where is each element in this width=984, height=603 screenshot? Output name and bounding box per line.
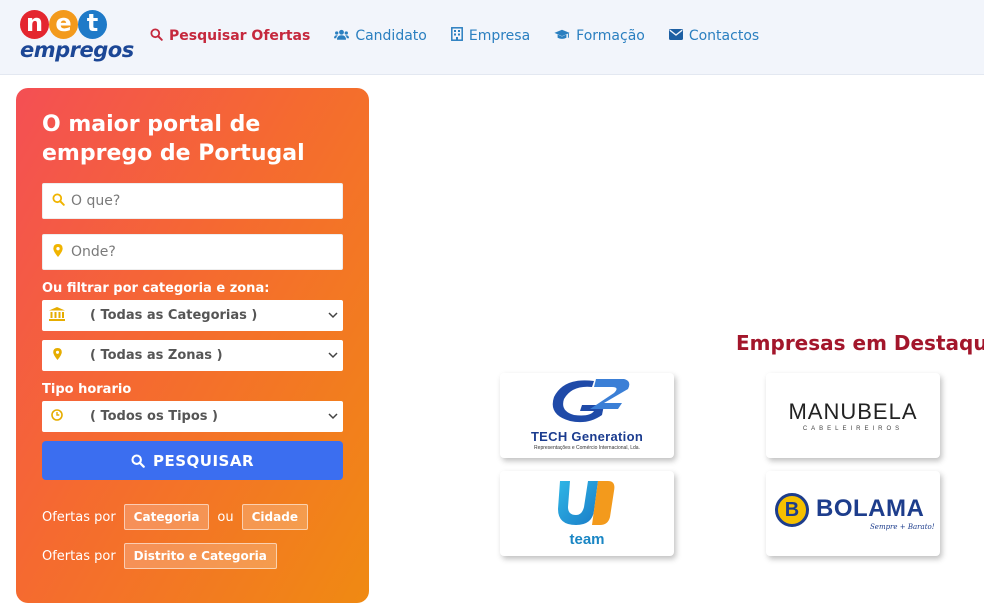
- featured-companies-title: Empresas em Destaque: [736, 331, 984, 355]
- site-header: n e t empregos Pesquisar Ofertas Candida…: [0, 0, 984, 75]
- bolama-b-badge-icon: B: [775, 493, 809, 527]
- nav-label: Formação: [576, 28, 645, 44]
- chevron-down-icon: [328, 352, 338, 359]
- filter-label: Ou filtrar por categoria e zona:: [42, 281, 270, 296]
- company-logo: MANUBELA CABELEIREIROS: [788, 399, 917, 432]
- map-marker-icon: [45, 243, 71, 261]
- schedule-label: Tipo horario: [42, 382, 132, 397]
- logo-word: empregos: [20, 38, 134, 62]
- nav-candidato[interactable]: Candidato: [334, 27, 427, 45]
- graduation-cap-icon: [554, 28, 570, 45]
- offers-by-city-link[interactable]: Cidade: [241, 504, 308, 530]
- category-select[interactable]: ( Todas as Categorias ): [42, 300, 343, 331]
- team-logo-mark: [558, 481, 615, 525]
- company-name: MANUBELA: [788, 399, 918, 424]
- category-value: ( Todas as Categorias ): [90, 308, 258, 323]
- company-subtitle: Representações e Comércio Internacional,…: [534, 445, 640, 451]
- company-subtitle: Sempre + Barato!: [870, 523, 935, 531]
- zone-value: ( Todas as Zonas ): [90, 348, 223, 363]
- search-icon: [131, 453, 145, 468]
- where-input[interactable]: Onde?: [42, 234, 343, 270]
- zone-select[interactable]: ( Todas as Zonas ): [42, 340, 343, 371]
- bank-icon: [42, 306, 72, 325]
- nav-label: Pesquisar Ofertas: [169, 28, 311, 44]
- logo-letter-t: t: [78, 10, 107, 39]
- chevron-down-icon: [328, 312, 338, 319]
- where-placeholder: Onde?: [71, 244, 116, 260]
- schedule-value: ( Todos os Tipos ): [90, 409, 219, 424]
- panel-title: O maior portal de emprego de Portugal: [42, 112, 305, 166]
- nav-empresa[interactable]: Empresa: [450, 27, 531, 45]
- search-icon: [150, 27, 163, 45]
- logo-letter-e: e: [49, 10, 78, 39]
- nav-contactos[interactable]: Contactos: [668, 27, 760, 45]
- nav-label: Candidato: [355, 28, 427, 44]
- company-card-bolama[interactable]: B BOLAMA Sempre + Barato!: [766, 471, 940, 556]
- offers-by-row-2: Ofertas por Distrito e Categoria: [42, 543, 285, 569]
- offers-by-district-category-link[interactable]: Distrito e Categoria: [123, 543, 277, 569]
- users-icon: [334, 28, 350, 45]
- job-search-panel: O maior portal de emprego de Portugal O …: [16, 88, 369, 603]
- search-button[interactable]: PESQUISAR: [42, 441, 343, 480]
- offers-by-row-1: Ofertas por Categoria ou Cidade: [42, 504, 316, 530]
- schedule-select[interactable]: ( Todos os Tipos ): [42, 401, 343, 432]
- clock-icon: [42, 408, 72, 425]
- company-logo: team: [500, 471, 674, 556]
- company-logo: B BOLAMA Sempre + Barato!: [766, 471, 940, 556]
- building-icon: [450, 27, 463, 45]
- what-input[interactable]: O que?: [42, 183, 343, 219]
- company-logo: TECH Generation Representações e Comérci…: [500, 373, 674, 458]
- site-logo[interactable]: n e t empregos: [20, 8, 134, 64]
- chevron-down-icon: [328, 413, 338, 420]
- offers-by-label: Ofertas por: [42, 548, 116, 564]
- what-placeholder: O que?: [71, 193, 121, 209]
- envelope-icon: [668, 28, 683, 44]
- company-subtitle: CABELEIREIROS: [802, 426, 904, 432]
- company-name: BOLAMA: [816, 495, 925, 522]
- main-nav: Pesquisar Ofertas Candidato Empresa Form…: [150, 27, 783, 45]
- search-icon: [45, 192, 71, 210]
- logo-letter-n: n: [20, 10, 49, 39]
- offers-by-label: Ofertas por: [42, 509, 116, 525]
- map-marker-icon: [42, 347, 72, 364]
- nav-pesquisar-ofertas[interactable]: Pesquisar Ofertas: [150, 27, 310, 45]
- company-card-team[interactable]: team: [500, 471, 674, 556]
- company-card-manubela[interactable]: MANUBELA CABELEIREIROS: [766, 373, 940, 458]
- offers-by-category-link[interactable]: Categoria: [123, 504, 210, 530]
- nav-formacao[interactable]: Formação: [554, 27, 645, 45]
- nav-label: Contactos: [688, 28, 760, 44]
- search-button-label: PESQUISAR: [152, 451, 255, 470]
- company-name: team: [569, 531, 605, 548]
- or-label: ou: [217, 509, 234, 525]
- tech-generation-logo-mark: [552, 379, 630, 423]
- company-card-tech-generation[interactable]: TECH Generation Representações e Comérci…: [500, 373, 674, 458]
- company-name: TECH Generation: [530, 429, 644, 444]
- nav-label: Empresa: [468, 28, 531, 44]
